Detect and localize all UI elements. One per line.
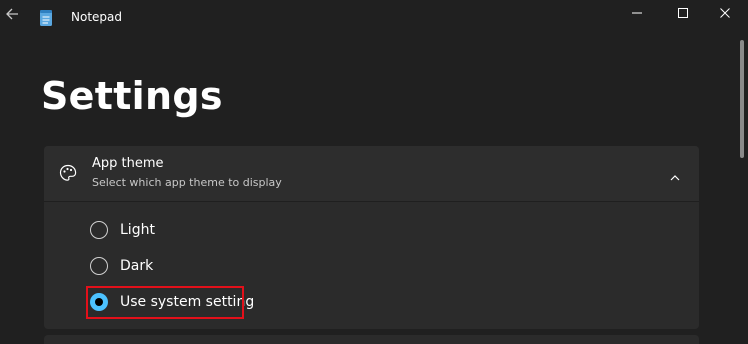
maximize-button[interactable]	[660, 0, 706, 26]
minimize-button[interactable]	[614, 0, 660, 26]
app-theme-header[interactable]: App theme Select which app theme to disp…	[44, 146, 699, 202]
close-button[interactable]	[702, 0, 748, 26]
radio-label-dark: Dark	[120, 258, 154, 274]
palette-icon	[58, 163, 78, 183]
next-settings-card[interactable]	[44, 335, 699, 344]
radio-label-light: Light	[120, 222, 155, 238]
app-title: Notepad	[71, 10, 122, 24]
selection-highlight	[86, 286, 244, 319]
maximize-icon	[678, 8, 688, 18]
minimize-icon	[632, 12, 642, 14]
scrollbar[interactable]	[740, 40, 744, 158]
title-bar: Notepad	[0, 0, 748, 30]
back-arrow-icon[interactable]	[4, 6, 20, 22]
close-icon	[720, 8, 730, 18]
app-theme-title: App theme	[92, 156, 164, 171]
radio-light[interactable]	[90, 221, 108, 239]
page-title: Settings	[41, 74, 223, 118]
app-theme-subtitle: Select which app theme to display	[92, 176, 282, 189]
notepad-icon	[39, 9, 53, 27]
radio-dark[interactable]	[90, 257, 108, 275]
chevron-up-icon[interactable]	[669, 168, 681, 181]
